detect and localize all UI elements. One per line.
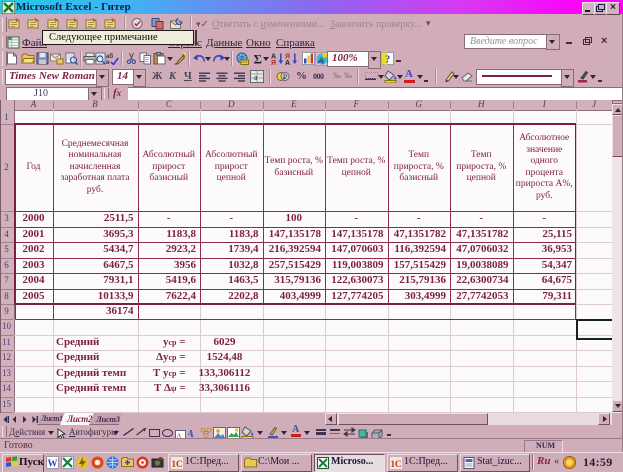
- svg-text:1С: 1С: [172, 459, 183, 469]
- svg-text:W: W: [48, 459, 58, 470]
- svg-text:1С: 1С: [391, 459, 402, 469]
